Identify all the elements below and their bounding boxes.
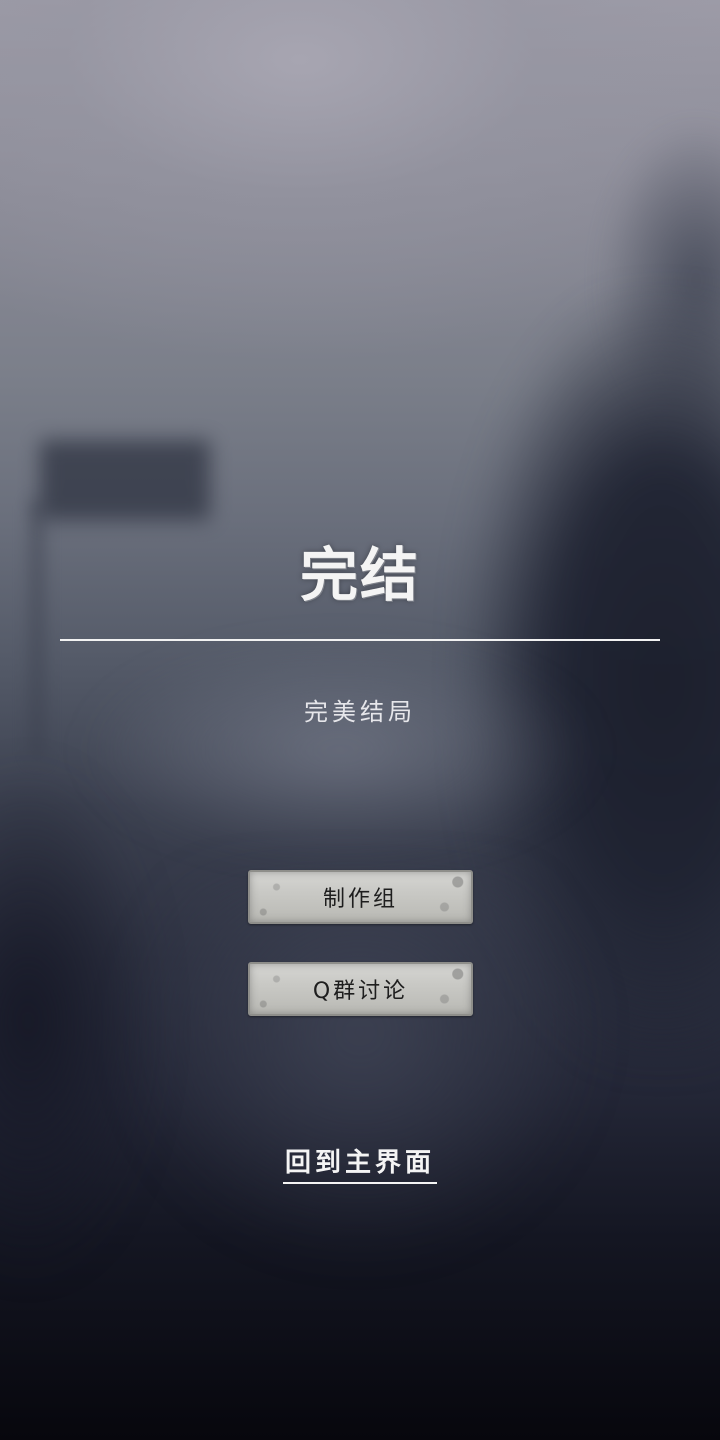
background-trees (470, 300, 720, 1060)
credits-button[interactable]: 制作组 (248, 870, 473, 924)
qq-group-button-label: Q群讨论 (312, 979, 409, 1004)
background-road (120, 880, 600, 1260)
qq-group-button[interactable]: Q群讨论 (248, 962, 473, 1016)
ending-title: 完结 (299, 541, 420, 609)
return-home-link[interactable]: 回到主界面 (0, 1142, 720, 1184)
background-tree-top (600, 120, 720, 440)
ending-subtitle: 完美结局 (304, 698, 416, 726)
background-sign (40, 440, 210, 520)
ending-screen: 完结 完美结局 制作组 Q群讨论 回到主界面 (0, 0, 720, 1440)
credits-button-label: 制作组 (322, 887, 398, 912)
background-left-shadow (0, 760, 160, 1280)
return-home-label: 回到主界面 (282, 1142, 437, 1184)
title-divider (60, 639, 660, 641)
background-mist (80, 640, 600, 860)
